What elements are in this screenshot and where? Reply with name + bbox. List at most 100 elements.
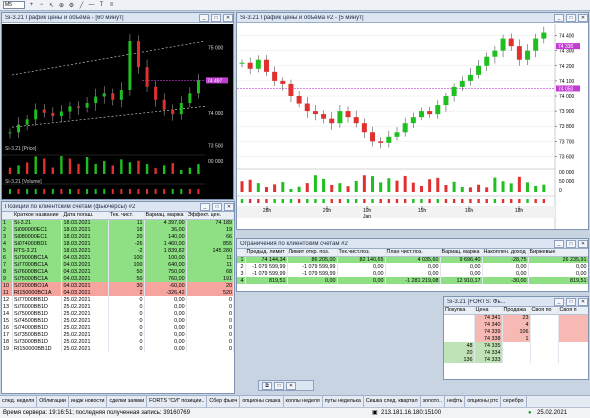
close-button[interactable]: ✕ — [286, 382, 296, 390]
maximize-button[interactable]: □ — [566, 297, 576, 306]
col-header[interactable]: Тек.чист.поз. — [337, 249, 386, 257]
workspace-tab[interactable]: след. неделя — [0, 396, 38, 407]
workspace-tab[interactable]: коллы неделя — [284, 396, 323, 407]
orderbook-row[interactable]: 136 74 333 — [444, 356, 588, 363]
table-row[interactable]: 2 -1 079 599,99 -1 079 599,99 0,00 0,00 0,00 0… — [237, 263, 588, 270]
maximize-button[interactable]: □ — [212, 202, 222, 211]
workspace-tab[interactable]: опционы сишка — [240, 396, 284, 407]
close-button[interactable]: ✕ — [578, 13, 588, 22]
window-titlebar[interactable]: Si-3.21 График цены и объёма - [60 минут… — [2, 13, 233, 23]
workspace-tab[interactable]: путы неделька — [323, 396, 364, 407]
table-cell: Si75000BC1A — [12, 275, 63, 282]
table-row[interactable]: 16 Si74000BB1D 25.02.2021 0 0,00 0 — [2, 324, 234, 331]
col-header[interactable]: Дата погаш. — [61, 212, 109, 220]
minimize-button[interactable]: _ — [554, 239, 564, 248]
table-row[interactable]: 4 819,51 0,00 0,00 -1 281 219,08 12 910,17 -30… — [237, 277, 588, 284]
workspace-tab[interactable]: нефть — [445, 396, 466, 407]
workspace-tab[interactable]: серебро — [501, 396, 527, 407]
window-titlebar[interactable]: Si-3.21 [FORTS: Фь... _ □ ✕ — [444, 297, 588, 307]
table-row[interactable]: 13 Si76000BB1D 25.02.2021 0 0,00 0 — [2, 303, 234, 310]
col-header[interactable]: Своя по — [530, 307, 559, 315]
table-row[interactable]: 3 Si080000EC1 18.03.2021 20 140,00 66 — [2, 233, 234, 240]
table-row[interactable]: 11 RI150000BC1A 04.03.2021 2 -326,42 520 — [2, 289, 234, 296]
workspace-tab[interactable]: сделки заявки — [107, 396, 148, 407]
col-header[interactable]: Лимит откр. поз. — [287, 249, 338, 257]
window-titlebar[interactable]: Si-3.21 График цены и объёма #2 - [5 мин… — [237, 13, 588, 23]
workspace-tab[interactable]: Сишка след. квартал — [364, 396, 421, 407]
close-button[interactable]: ✕ — [578, 239, 588, 248]
workspace-tab[interactable]: опционы ртс — [465, 396, 502, 407]
col-header[interactable]: План чист.поз. — [385, 249, 441, 257]
text-tool-icon[interactable]: T — [98, 2, 105, 9]
minimize-button[interactable]: _ — [554, 297, 564, 306]
col-header[interactable]: Тек. чист. — [108, 212, 145, 220]
table-row[interactable]: 12 Si77000BB1D 25.02.2021 0 0,00 0 — [2, 296, 234, 303]
cursor-icon[interactable]: ↖ — [48, 2, 55, 9]
orderbook-row[interactable]: 20 74 334 — [444, 349, 588, 356]
col-header[interactable]: Эффект. цен. — [186, 212, 234, 220]
table-row[interactable]: 1 Si-3.21 18.03.2021 11 4 397,00 74 189 — [2, 219, 234, 226]
minimize-button[interactable]: _ — [199, 13, 209, 22]
table-row[interactable]: 5 RTS-3.21 18.03.2021 -2 1 839,82 145 280 — [2, 247, 234, 254]
col-header[interactable]: Покупка — [444, 307, 475, 315]
table-row[interactable]: 17 Si73500BB1D 25.02.2021 0 0,00 0 — [2, 331, 234, 338]
orderbook-row[interactable]: 74 338 1 — [444, 335, 588, 342]
table-row[interactable]: 6 Si79000BC1A 04.03.2021 100 100,00 11 — [2, 254, 234, 261]
table-row[interactable]: 8 Si76000BC1A 04.03.2021 50 750,00 68 — [2, 268, 234, 275]
orderbook-row[interactable]: 48 74 335 — [444, 342, 588, 349]
close-button[interactable]: ✕ — [578, 297, 588, 306]
maximize-button[interactable]: □ — [566, 239, 576, 248]
workspace-tab[interactable]: золото.. — [421, 396, 446, 407]
table-row[interactable]: 10 Si72000BO1A 04.03.2021 30 -60,00 20 — [2, 282, 234, 289]
workspace-tab[interactable]: индж новости — [69, 396, 108, 407]
orderbook-row[interactable]: 74 341 23 — [444, 314, 588, 321]
table-row[interactable]: 18 Si73000BB1D 25.02.2021 0 0,00 0 — [2, 338, 234, 345]
interval-select[interactable]: M5 — [3, 1, 25, 9]
workspace-tab[interactable]: FORTS "СИ" позиции.. — [147, 396, 208, 407]
col-header[interactable]: Биржевые — [528, 249, 588, 257]
fib-tool-icon[interactable]: ≡ — [108, 2, 115, 9]
table-row[interactable]: 2 Si090000EC1 18.03.2021 18 36,00 19 — [2, 226, 234, 233]
orderbook-row[interactable]: 74 339 106 — [444, 328, 588, 335]
col-header[interactable]: Цена — [474, 307, 503, 315]
volume-bar — [154, 168, 157, 174]
price-chart-60m[interactable]: 75 00074 50074 00073 50074 497Si-3.21 [P… — [2, 24, 233, 200]
table-row[interactable]: 15 Si74500BB1D 25.02.2021 0 0,00 0 — [2, 317, 234, 324]
hline-tool-icon[interactable]: — — [88, 2, 95, 9]
table-row[interactable]: 1 74 144,34 86 205,00 82 140,65 4 035,60 9 69… — [237, 256, 588, 263]
minimized-window[interactable]: ⧉ □ ✕ — [258, 380, 314, 391]
col-header[interactable]: Предыд. лимит — [245, 249, 288, 257]
col-header[interactable]: Своя п — [558, 307, 588, 315]
settings-icon[interactable]: ⚙ — [68, 2, 75, 9]
minimize-button[interactable]: _ — [200, 202, 210, 211]
table-row[interactable]: 14 Si75000BB1D 25.02.2021 0 0,00 0 — [2, 310, 234, 317]
close-button[interactable]: ✕ — [224, 202, 234, 211]
window-titlebar[interactable]: Ограничения по клиентским счетам #2 _ □ ✕ — [237, 239, 588, 249]
crosshair-icon[interactable]: ⊕ — [58, 2, 65, 9]
line-tool-icon[interactable]: ╱ — [78, 2, 85, 9]
price-chart-5m[interactable]: 74 40074 30074 20074 10074 00073 90073 8… — [237, 24, 588, 230]
close-button[interactable]: ✕ — [223, 13, 233, 22]
workspace-tab[interactable]: Сбер фьюч — [207, 396, 241, 407]
col-header[interactable]: Вариац. маржа — [144, 212, 187, 220]
restore-button[interactable]: ⧉ — [262, 382, 272, 390]
table-cell: 74 340 — [474, 321, 503, 328]
minimize-button[interactable]: _ — [554, 13, 564, 22]
table-row[interactable]: 9 Si75000BC1A 04.03.2021 50 760,00 191 — [2, 275, 234, 282]
table-row[interactable]: 7 Si77000BC1A 04.03.2021 100 640,00 11 — [2, 261, 234, 268]
col-header[interactable]: Вариац. маржа — [440, 249, 483, 257]
workspace-tab[interactable]: Облигации — [37, 396, 69, 407]
col-header[interactable]: Продажа — [502, 307, 531, 315]
table-row[interactable]: 4 Si074000BD1 18.03.2021 -26 1 460,00 855 — [2, 240, 234, 247]
table-row[interactable]: 19 RI150000BB1D 25.02.2021 0 0,00 0 — [2, 345, 234, 352]
orderbook-row[interactable]: 74 340 4 — [444, 321, 588, 328]
table-row[interactable]: 3 -1 079 599,99 -1 079 599,99 0,00 0,00 0,00 0… — [237, 270, 588, 277]
zoom-out-icon[interactable]: − — [38, 2, 45, 9]
zoom-in-icon[interactable]: + — [28, 2, 35, 9]
col-header[interactable]: Накоплен. доход — [482, 249, 529, 257]
maximize-button[interactable]: □ — [274, 382, 284, 390]
maximize-button[interactable]: □ — [566, 13, 576, 22]
maximize-button[interactable]: □ — [211, 13, 221, 22]
window-titlebar[interactable]: Позиции по клиентским счетам (фьючерсы) … — [2, 202, 234, 212]
col-header[interactable]: Краткое название — [12, 212, 63, 220]
